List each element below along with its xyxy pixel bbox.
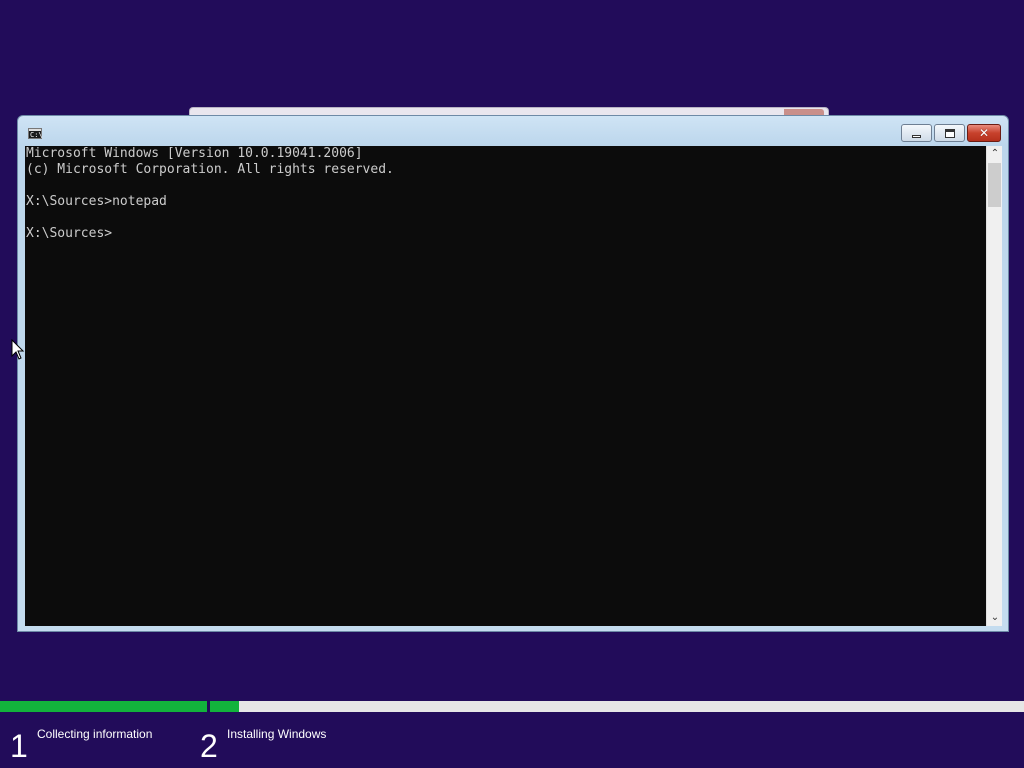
minimize-icon (912, 134, 921, 138)
maximize-button[interactable] (934, 124, 965, 142)
console-line: Microsoft Windows [Version 10.0.19041.20… (26, 146, 363, 161)
step-label: Installing Windows (227, 727, 327, 741)
minimize-button[interactable] (901, 124, 932, 142)
vertical-scrollbar[interactable]: ⌃ ⌄ (986, 146, 1002, 626)
cmd-icon-text: C:\ (30, 131, 43, 139)
console-prompt-line[interactable]: X:\Sources> (26, 226, 986, 242)
console-output[interactable]: Microsoft Windows [Version 10.0.19041.20… (25, 146, 986, 626)
progress-fill (210, 701, 240, 712)
maximize-icon (944, 128, 955, 138)
command-prompt-window[interactable]: C:\ ✕ Microsoft Windows [Version 10.0.19… (17, 115, 1009, 632)
progress-bar-collecting (0, 701, 207, 712)
step-collecting-information: 1 Collecting information (10, 726, 152, 766)
title-bar[interactable]: C:\ ✕ (18, 116, 1008, 146)
close-button[interactable]: ✕ (967, 124, 1001, 142)
close-icon: ✕ (978, 126, 990, 140)
mouse-pointer-icon (11, 339, 25, 360)
scroll-up-icon[interactable]: ⌃ (987, 146, 1003, 162)
step-number: 1 (10, 728, 28, 764)
step-installing-windows: 2 Installing Windows (200, 726, 326, 766)
step-number: 2 (200, 728, 218, 764)
scroll-down-icon[interactable]: ⌄ (987, 610, 1003, 626)
progress-bar-installing (210, 701, 1024, 712)
scrollbar-thumb[interactable] (988, 163, 1001, 207)
cmd-icon[interactable]: C:\ (28, 128, 43, 139)
console-line: X:\Sources>notepad (26, 194, 167, 209)
console-line: (c) Microsoft Corporation. All rights re… (26, 162, 394, 177)
step-label: Collecting information (37, 727, 153, 741)
progress-fill (0, 701, 207, 712)
